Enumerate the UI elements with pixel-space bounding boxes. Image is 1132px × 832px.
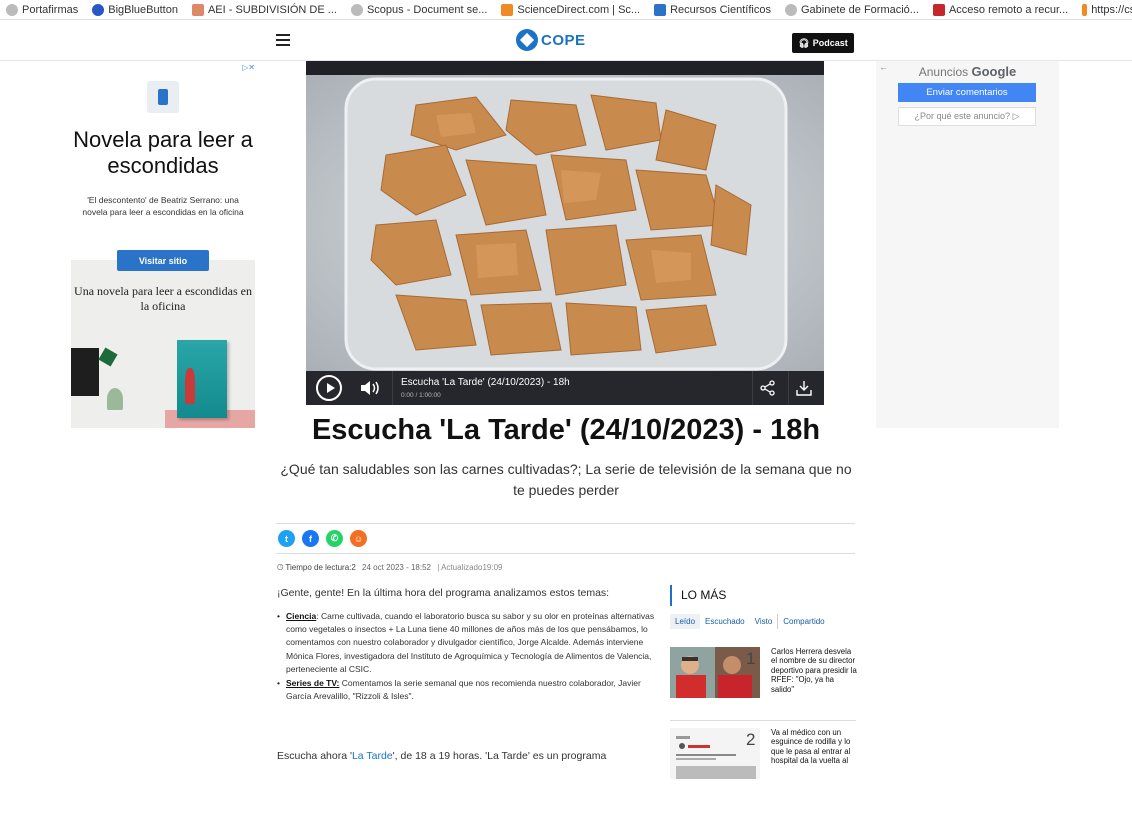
bookmark-aei[interactable]: AEI - SUBDIVISIÓN DE ... (191, 3, 337, 16)
play-icon[interactable] (316, 375, 342, 401)
whatsapp-icon[interactable]: ✆ (326, 530, 343, 547)
ads-by-google: Anuncios Google (918, 64, 1017, 79)
publish-date: 24 oct 2023 - 18:52 (362, 563, 431, 572)
article-image (306, 75, 824, 371)
image-icon (191, 3, 204, 16)
advertiser-logo (147, 81, 179, 113)
page-title: Escucha 'La Tarde' (24/10/2023) - 18h (311, 414, 821, 446)
reading-time: Tiempo de lectura:2 (285, 563, 356, 572)
facebook-icon[interactable]: f (302, 530, 319, 547)
cope-logo[interactable]: COPE (516, 29, 586, 51)
podcast-button[interactable]: 🎧︎ Podcast (792, 33, 854, 53)
cope-logo-icon (516, 29, 538, 51)
ciencia-link[interactable]: Ciencia (286, 611, 316, 621)
ad-title[interactable]: Novela para leer a escondidas (71, 127, 255, 179)
logo-text: COPE (541, 31, 586, 49)
updated-time: | Actualizado19:09 (437, 563, 503, 572)
clock-icon: 🕓︎ (277, 563, 284, 572)
primo-icon (1082, 3, 1088, 16)
rank-headline: Va al médico con un esguince de rodilla … (771, 728, 851, 766)
site-header: COPE 🎧︎ Podcast (0, 20, 1132, 61)
tab-compartido[interactable]: Compartido (777, 614, 829, 629)
tab-leido[interactable]: Leído (670, 614, 701, 629)
menu-icon[interactable] (276, 34, 290, 46)
book-cover (177, 340, 227, 418)
tab-escuchado[interactable]: Escuchado (700, 614, 750, 629)
globe-icon (350, 3, 363, 16)
divider (788, 371, 789, 405)
share-icon[interactable] (760, 380, 776, 396)
globe-icon (784, 3, 797, 16)
bookmark-acceso-remoto[interactable]: Acceso remoto a recur... (932, 3, 1068, 16)
ad-banner-text: Una novela para leer a escondidas en la … (74, 284, 252, 313)
series-tv-link[interactable]: Series de TV: (286, 678, 339, 688)
headphones-icon: 🎧︎ (798, 37, 810, 48)
right-ad: ← Anuncios Google Enviar comentarios ¿Po… (876, 61, 1059, 428)
tab-visto[interactable]: Visto (750, 614, 778, 629)
star-icon (654, 3, 667, 16)
twitter-icon[interactable]: t (278, 530, 295, 547)
player-controls: Escucha 'La Tarde' (24/10/2023) - 18h 0:… (306, 371, 824, 405)
why-this-ad-button[interactable]: ¿Por qué este anuncio? ▷ (898, 107, 1036, 126)
most-popular-tabs: Leído Escuchado Visto Compartido (670, 614, 856, 629)
most-popular-title: LO MÁS (670, 585, 726, 606)
la-tarde-link[interactable]: La Tarde (352, 750, 393, 762)
globe-icon (6, 3, 18, 16)
player-time: 0:00 / 1:00:00 (401, 392, 441, 399)
bookmark-gabinete[interactable]: Gabinete de Formació... (784, 3, 919, 16)
bookmark-scopus[interactable]: Scopus - Document se... (350, 3, 487, 16)
plant-shape (107, 388, 123, 410)
most-popular-widget: LO MÁS Leído Escuchado Visto Compartido … (670, 583, 857, 832)
bookmark-csic-primo[interactable]: https://csic-primo.ho (1082, 3, 1132, 16)
left-ad[interactable]: ▷✕ Novela para leer a escondidas 'El des… (71, 61, 255, 428)
divider (276, 553, 855, 554)
rank-headline: Carlos Herrera desvela el nombre de su d… (771, 647, 857, 694)
bookmark-portafirmas[interactable]: Portafirmas (6, 3, 78, 16)
topic-list: Ciencia: Carne cultivada, cuando el labo… (277, 610, 662, 704)
volume-icon[interactable] (360, 380, 382, 396)
rank-number: 1 (746, 649, 756, 668)
ad-description: 'El descontento' de Beatriz Serrano: una… (82, 195, 244, 217)
list-item: Ciencia: Carne cultivada, cuando el labo… (277, 610, 662, 676)
bookmark-sciencedirect[interactable]: ScienceDirect.com | Sc... (501, 3, 640, 16)
audio-player: Escucha 'La Tarde' (24/10/2023) - 18h 0:… (306, 61, 824, 405)
download-icon[interactable] (796, 380, 812, 396)
visit-site-button[interactable]: Visitar sitio (117, 250, 209, 271)
adchoices-icon[interactable]: ▷✕ (242, 63, 255, 72)
elsevier-icon (501, 3, 514, 16)
csic-icon (932, 3, 945, 16)
article-meta: 🕓︎ Tiempo de lectura:2 24 oct 2023 - 18:… (277, 563, 502, 573)
menéame-icon[interactable]: ☺ (350, 530, 367, 547)
list-item: Series de TV: Comentamos la serie semana… (277, 677, 662, 703)
ad-banner-image[interactable]: Una novela para leer a escondidas en la … (71, 260, 255, 428)
rank-number: 2 (746, 730, 756, 749)
lamp-shape (98, 347, 118, 367)
monitor-shape (71, 348, 99, 396)
divider (392, 371, 393, 405)
divider (276, 523, 855, 524)
bookmarks-bar: Portafirmas BigBlueButton AEI - SUBDIVIS… (0, 0, 1132, 20)
divider (670, 720, 856, 721)
send-feedback-button[interactable]: Enviar comentarios (898, 83, 1036, 102)
bigbluebutton-icon (92, 3, 105, 16)
social-share-bar: t f ✆ ☺ (278, 530, 367, 547)
food-photo (306, 75, 824, 371)
article-subtitle: ¿Qué tan saludables son las carnes culti… (280, 461, 852, 498)
divider (752, 371, 753, 405)
article-outro: Escucha ahora 'La Tarde', de 18 a 19 hor… (277, 750, 607, 762)
bookmark-recursos[interactable]: Recursos Científicos (654, 3, 771, 16)
player-title: Escucha 'La Tarde' (24/10/2023) - 18h (401, 377, 570, 388)
bookmark-bigbluebutton[interactable]: BigBlueButton (92, 3, 178, 16)
article-intro: ¡Gente, gente! En la última hora del pro… (277, 587, 610, 599)
